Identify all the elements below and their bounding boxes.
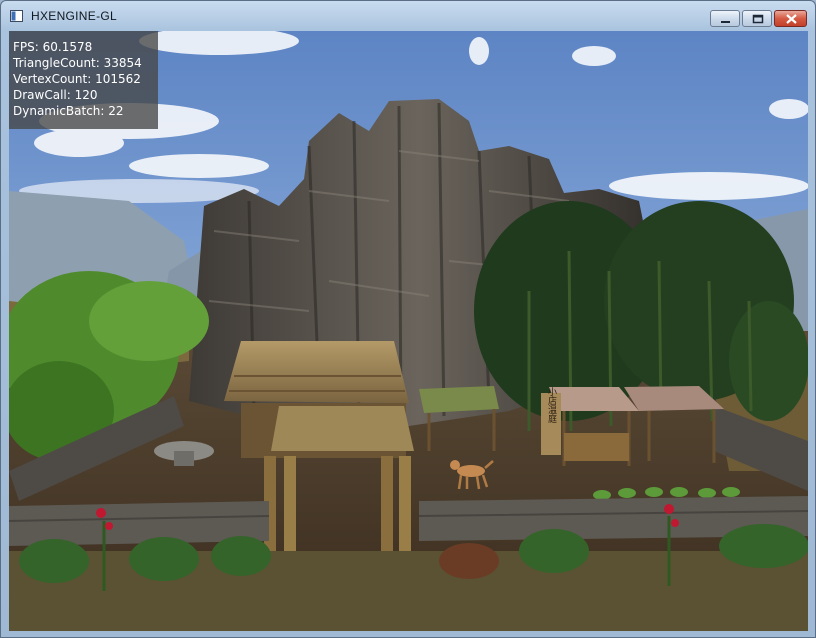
foreground-grass [9,551,808,631]
stone-table-base [174,451,194,466]
maximize-icon [752,14,764,24]
close-icon [786,14,797,24]
title-bar[interactable]: HXENGINE-GL [1,1,815,31]
stats-overlay: FPS: 60.1578 TriangleCount: 33854 Vertex… [9,31,158,129]
close-button[interactable] [774,10,807,27]
maximize-button[interactable] [742,10,772,27]
shop-sign-text: 小店温庭 [546,387,557,424]
vertex-count: VertexCount: 101562 [13,72,141,86]
minimize-button[interactable] [710,10,740,27]
draw-call-count: DrawCall: 120 [13,88,98,102]
red-shrub [439,543,499,579]
app-icon [10,10,23,22]
dynamic-batch-count: DynamicBatch: 22 [13,104,124,118]
app-window: HXENGINE-GL 小店温庭 FPS: 60.1578 TriangleCo… [0,0,816,638]
fps-readout: FPS: 60.1578 [13,40,93,54]
triangle-count: TriangleCount: 33854 [13,56,142,70]
minimize-icon [721,21,730,23]
window-title: HXENGINE-GL [31,9,117,23]
render-viewport[interactable]: 小店温庭 FPS: 60.1578 TriangleCount: 33854 V… [9,31,808,631]
